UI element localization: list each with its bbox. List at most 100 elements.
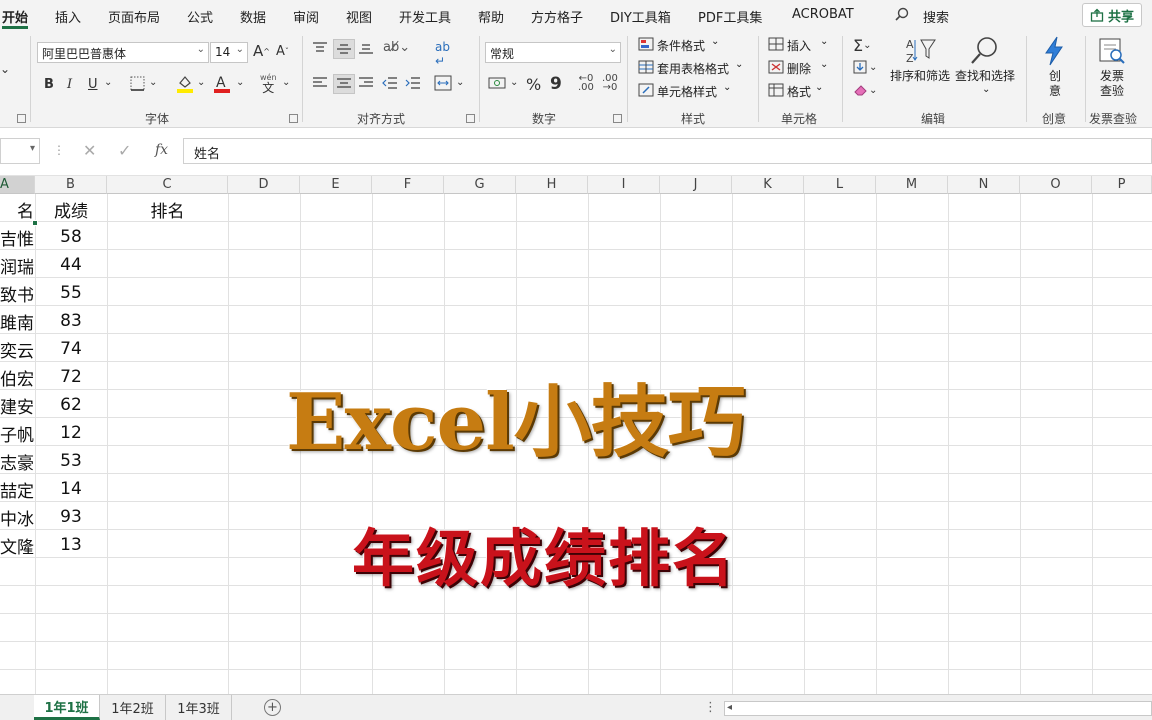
bold-button[interactable]: B bbox=[44, 77, 54, 92]
score-cell[interactable]: 12 bbox=[35, 419, 107, 447]
column-header-e[interactable]: E bbox=[300, 176, 372, 194]
column-header-n[interactable]: N bbox=[948, 176, 1020, 194]
cell-styles-button[interactable]: 单元格样式 bbox=[657, 83, 717, 100]
insert-cells-button[interactable]: 插入 bbox=[787, 37, 811, 54]
name-cell[interactable]: 吉惟 bbox=[0, 223, 34, 251]
font-launcher-icon[interactable] bbox=[289, 114, 298, 123]
create-label-1[interactable]: 创 bbox=[1049, 69, 1061, 84]
invoice-check-icon[interactable] bbox=[1097, 36, 1127, 66]
chevron-down-icon[interactable]: ⌄ bbox=[711, 36, 719, 47]
format-cells-button[interactable]: 格式 bbox=[787, 83, 811, 100]
column-header-b[interactable]: B bbox=[35, 176, 107, 194]
phonetic-guide-icon[interactable]: wén 文 bbox=[260, 73, 277, 94]
score-cell[interactable]: 14 bbox=[35, 475, 107, 503]
score-cell[interactable]: 93 bbox=[35, 503, 107, 531]
merge-center-icon[interactable] bbox=[434, 75, 452, 91]
grow-font-button[interactable]: A ^ bbox=[253, 42, 270, 60]
column-header-h[interactable]: H bbox=[516, 176, 588, 194]
tab-help[interactable]: 帮助 bbox=[478, 7, 504, 26]
borders-icon[interactable] bbox=[130, 76, 145, 91]
score-cell[interactable]: 72 bbox=[35, 363, 107, 391]
name-cell[interactable]: 雎南 bbox=[0, 307, 34, 335]
horizontal-scrollbar[interactable]: ◂ bbox=[724, 701, 1152, 716]
header-name-cell[interactable]: 名 bbox=[0, 195, 34, 223]
find-select-icon[interactable] bbox=[969, 36, 1001, 66]
column-header-d[interactable]: D bbox=[228, 176, 300, 194]
share-button[interactable]: 共享 bbox=[1082, 3, 1142, 27]
name-cell[interactable]: 志豪 bbox=[0, 447, 34, 475]
name-cell[interactable]: 子帆 bbox=[0, 419, 34, 447]
conditional-format-button[interactable]: 条件格式 bbox=[657, 37, 705, 54]
tab-acrobat[interactable]: ACROBAT bbox=[792, 7, 854, 22]
create-label-2[interactable]: 意 bbox=[1049, 84, 1061, 99]
column-header-o[interactable]: O bbox=[1020, 176, 1092, 194]
name-cell[interactable]: 文隆 bbox=[0, 531, 34, 559]
lightning-icon[interactable] bbox=[1042, 36, 1066, 66]
score-cell[interactable]: 44 bbox=[35, 251, 107, 279]
paste-dropdown-icon[interactable]: ⌄ bbox=[0, 62, 10, 76]
tab-review[interactable]: 审阅 bbox=[293, 7, 319, 26]
chevron-down-icon[interactable]: ⌄ bbox=[982, 84, 990, 95]
align-bottom-icon[interactable] bbox=[358, 41, 374, 55]
chevron-down-icon[interactable]: ⌄ bbox=[820, 59, 828, 70]
score-cell[interactable]: 83 bbox=[35, 307, 107, 335]
orientation-icon[interactable]: ab̸⌄ bbox=[383, 40, 410, 55]
fill-handle[interactable] bbox=[32, 220, 38, 226]
column-header-g[interactable]: G bbox=[444, 176, 516, 194]
merge-dropdown-icon[interactable]: ⌄ bbox=[456, 77, 464, 88]
tab-insert[interactable]: 插入 bbox=[55, 7, 81, 26]
underline-dropdown-icon[interactable]: ⌄ bbox=[104, 77, 112, 88]
invoice-label-1[interactable]: 发票 bbox=[1100, 69, 1124, 84]
font-color-dropdown-icon[interactable]: ⌄ bbox=[236, 77, 244, 88]
column-header-c[interactable]: C bbox=[107, 176, 228, 194]
number-format-select[interactable]: 常规 ⌄ bbox=[485, 42, 621, 63]
tab-developer[interactable]: 开发工具 bbox=[399, 7, 451, 26]
invoice-label-2[interactable]: 查验 bbox=[1100, 84, 1124, 99]
formula-input[interactable]: 姓名 bbox=[183, 138, 1152, 164]
cancel-icon[interactable]: ✕ bbox=[83, 141, 96, 160]
column-header-f[interactable]: F bbox=[372, 176, 444, 194]
shrink-font-button[interactable]: Aˇ bbox=[276, 44, 289, 59]
currency-dropdown-icon[interactable]: ⌄ bbox=[510, 77, 518, 88]
name-cell[interactable]: 喆定 bbox=[0, 475, 34, 503]
increase-indent-icon[interactable] bbox=[405, 76, 421, 90]
sheet-tab-2[interactable]: 1年2班 bbox=[100, 695, 166, 720]
header-score-cell[interactable]: 成绩 bbox=[35, 195, 107, 223]
score-cell[interactable]: 13 bbox=[35, 531, 107, 559]
score-cell[interactable]: 74 bbox=[35, 335, 107, 363]
header-rank-cell[interactable]: 排名 bbox=[107, 195, 228, 223]
score-cell[interactable]: 55 bbox=[35, 279, 107, 307]
column-header-l[interactable]: L bbox=[804, 176, 876, 194]
tab-fangfang[interactable]: 方方格子 bbox=[531, 7, 583, 26]
percent-button[interactable]: % bbox=[526, 75, 541, 94]
name-cell[interactable]: 润瑞 bbox=[0, 251, 34, 279]
delete-cells-button[interactable]: 删除 bbox=[787, 60, 811, 77]
align-middle-icon[interactable] bbox=[333, 39, 355, 59]
chevron-down-icon[interactable]: ⌄ bbox=[815, 82, 823, 93]
search-label[interactable]: 搜索 bbox=[923, 7, 949, 26]
italic-button[interactable]: I bbox=[67, 77, 72, 92]
name-cell[interactable]: 中冰 bbox=[0, 503, 34, 531]
tab-view[interactable]: 视图 bbox=[346, 7, 372, 26]
find-select-button[interactable]: 查找和选择 bbox=[955, 69, 1015, 84]
fill-color-icon[interactable] bbox=[176, 74, 194, 93]
name-box[interactable]: ▾ bbox=[0, 138, 40, 164]
tab-diy-toolbox[interactable]: DIY工具箱 bbox=[610, 7, 671, 26]
chevron-down-icon[interactable]: ⌄ bbox=[723, 82, 731, 93]
chevron-down-icon[interactable]: ⌄ bbox=[735, 59, 743, 70]
autosum-icon[interactable]: Σ ⌄ bbox=[853, 36, 872, 55]
column-header-m[interactable]: M bbox=[876, 176, 948, 194]
sheet-tab-1[interactable]: 1年1班 bbox=[34, 695, 100, 720]
enter-icon[interactable]: ✓ bbox=[118, 141, 131, 160]
score-cell[interactable]: 53 bbox=[35, 447, 107, 475]
font-color-icon[interactable]: A bbox=[213, 74, 231, 93]
fill-color-dropdown-icon[interactable]: ⌄ bbox=[197, 77, 205, 88]
score-cell[interactable]: 62 bbox=[35, 391, 107, 419]
name-cell[interactable]: 伯宏 bbox=[0, 363, 34, 391]
currency-icon[interactable] bbox=[488, 76, 506, 90]
align-top-icon[interactable] bbox=[312, 41, 328, 55]
column-header-j[interactable]: J bbox=[660, 176, 732, 194]
name-cell[interactable]: 奕云 bbox=[0, 335, 34, 363]
insert-function-button[interactable]: fx bbox=[155, 142, 168, 158]
chevron-down-icon[interactable]: ⌄ bbox=[820, 36, 828, 47]
